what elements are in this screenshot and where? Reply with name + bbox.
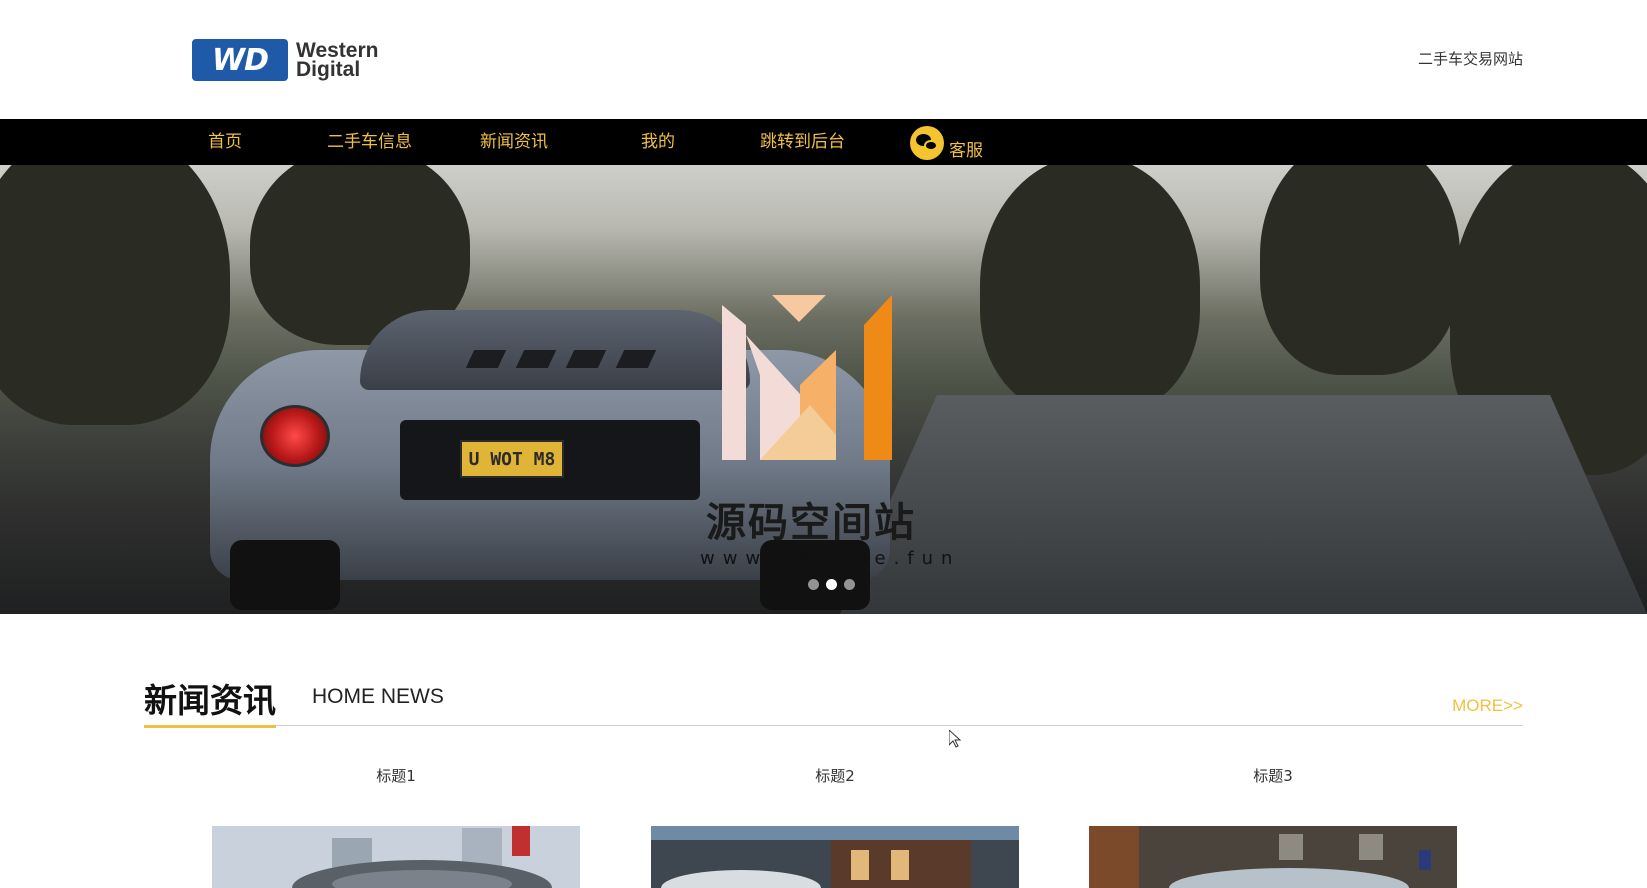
news-card[interactable]: 标题2 (651, 766, 1019, 888)
nav-item-mine[interactable]: 我的 (641, 119, 675, 165)
carousel-indicators (808, 579, 855, 590)
news-section-header: 新闻资讯 HOME NEWS MORE>> (144, 670, 1523, 728)
logo-line-2: Digital (296, 58, 361, 81)
watermark: 源码空间站 www.shuyue.fun (700, 295, 952, 595)
carousel-dot-3[interactable] (844, 579, 855, 590)
hero-carousel[interactable]: U WOT M8 源码空间站 www.shuyue.fun (0, 165, 1647, 614)
news-card-title: 标题2 (815, 767, 855, 785)
news-card-title: 标题1 (376, 767, 416, 785)
news-section-title: 新闻资讯 (144, 674, 276, 728)
nav-item-home[interactable]: 首页 (208, 119, 242, 165)
logo-wordmark: Western Digital (296, 40, 378, 81)
wechat-icon (910, 126, 944, 160)
nav-item-admin[interactable]: 跳转到后台 (760, 119, 845, 165)
logo-badge: WD (192, 39, 288, 81)
news-more-link[interactable]: MORE>> (1452, 696, 1523, 716)
news-card[interactable]: 标题1 (212, 766, 580, 888)
road (840, 395, 1647, 614)
background-trees (0, 165, 230, 425)
news-card-image[interactable] (212, 826, 580, 888)
carousel-dot-2[interactable] (826, 579, 837, 590)
news-card[interactable]: 标题3 (1089, 766, 1457, 888)
watermark-url: www.shuyue.fun (700, 548, 961, 569)
site-header: WD Western Digital 二手车交易网站 (0, 0, 1647, 119)
taillight (260, 405, 330, 467)
site-title: 二手车交易网站 (1417, 50, 1523, 68)
customer-service-label: 客服 (949, 140, 983, 161)
nav-item-used-cars[interactable]: 二手车信息 (327, 119, 412, 165)
watermark-title: 源码空间站 (706, 500, 916, 546)
main-nav: 首页 二手车信息 新闻资讯 我的 跳转到后台 客服 (0, 119, 1647, 165)
license-plate: U WOT M8 (460, 440, 564, 478)
background-trees (980, 165, 1200, 415)
background-trees (1260, 165, 1460, 375)
news-section-subtitle: HOME NEWS (312, 685, 444, 708)
western-digital-logo[interactable]: WD Western Digital (192, 38, 404, 82)
customer-service-button[interactable]: 客服 (910, 125, 983, 161)
mouse-pointer-icon (949, 730, 961, 748)
news-card-title: 标题3 (1253, 767, 1293, 785)
watermark-logo-icon (722, 295, 892, 460)
news-card-image[interactable] (651, 826, 1019, 888)
nav-item-news[interactable]: 新闻资讯 (480, 119, 548, 165)
carousel-dot-1[interactable] (808, 579, 819, 590)
news-card-image[interactable] (1089, 826, 1457, 888)
